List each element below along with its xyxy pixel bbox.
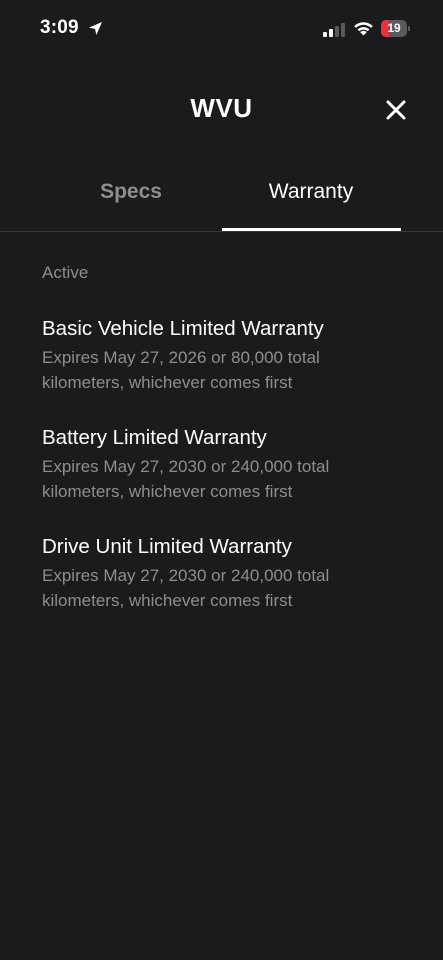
cellular-signal-icon xyxy=(323,23,345,37)
warranty-description: Expires May 27, 2030 or 240,000 total ki… xyxy=(42,457,330,501)
battery-body: 19 xyxy=(381,20,407,37)
warranty-item-battery: Battery Limited Warranty Expires May 27,… xyxy=(42,425,402,504)
tab-bar: Specs Warranty xyxy=(0,160,443,233)
tab-warranty[interactable]: Warranty xyxy=(221,160,401,231)
page-title: WVU xyxy=(190,93,253,123)
warranty-title: Basic Vehicle Limited Warranty xyxy=(42,317,324,340)
warranty-title: Drive Unit Limited Warranty xyxy=(42,535,292,558)
close-button[interactable] xyxy=(378,92,414,128)
warranty-description: Expires May 27, 2030 or 240,000 total ki… xyxy=(42,566,330,610)
status-bar: 3:09 19 xyxy=(0,0,443,58)
tab-specs[interactable]: Specs xyxy=(41,160,221,231)
wifi-icon xyxy=(353,20,374,36)
battery-icon: 19 xyxy=(381,20,411,37)
tabs-divider xyxy=(0,231,443,232)
warranty-title: Battery Limited Warranty xyxy=(42,426,267,449)
warranty-item-basic-vehicle: Basic Vehicle Limited Warranty Expires M… xyxy=(42,316,402,395)
close-icon xyxy=(386,100,406,120)
battery-cap xyxy=(408,26,410,31)
battery-level: 19 xyxy=(387,21,401,35)
section-label-active: Active xyxy=(42,263,89,282)
warranty-description: Expires May 27, 2026 or 80,000 total kil… xyxy=(42,348,320,392)
location-arrow-icon xyxy=(88,21,103,36)
status-time: 3:09 xyxy=(40,17,79,38)
warranty-item-drive-unit: Drive Unit Limited Warranty Expires May … xyxy=(42,534,402,613)
